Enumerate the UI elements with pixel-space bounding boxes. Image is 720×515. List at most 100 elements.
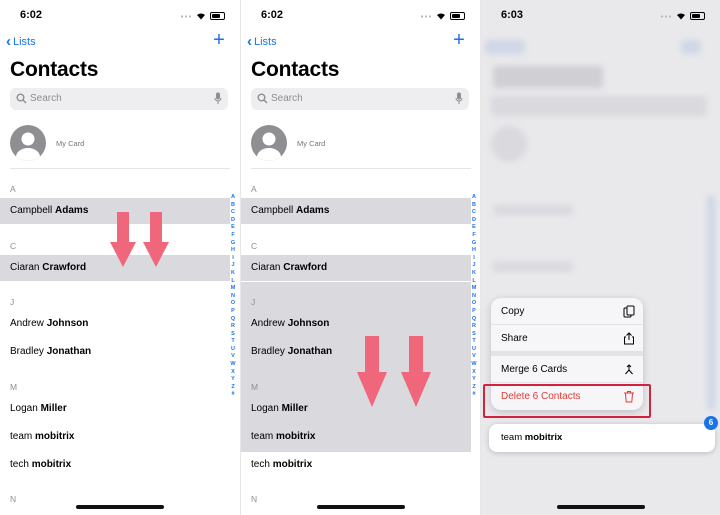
index-letter[interactable]: Z [229, 384, 237, 392]
alphabet-index[interactable]: A B C D E F G H I J K L M N O P Q R S T U V W X Y Z # [229, 194, 237, 399]
contact-row[interactable]: Andrew Johnson [0, 311, 230, 337]
contact-row[interactable]: team mobitrix [0, 424, 230, 450]
contact-row[interactable]: tech mobitrix [241, 452, 471, 478]
contacts-screen-1: 6:02 ‹ Lists + Contacts Search My Card A… [0, 0, 240, 515]
microphone-icon[interactable] [455, 92, 463, 105]
index-letter[interactable]: G [470, 240, 478, 248]
contact-row[interactable]: Bradley Jonathan [0, 339, 230, 365]
section-header-j: J [10, 297, 15, 307]
index-letter[interactable]: I [229, 255, 237, 263]
index-letter[interactable]: E [229, 224, 237, 232]
index-letter[interactable]: D [229, 217, 237, 225]
contact-row[interactable]: Logan Miller [241, 396, 471, 422]
index-letter[interactable]: J [470, 262, 478, 270]
merge-cards-menu-item[interactable]: Merge 6 Cards [491, 356, 643, 383]
index-letter[interactable]: K [470, 270, 478, 278]
index-letter[interactable]: Q [229, 316, 237, 324]
index-letter[interactable]: B [470, 202, 478, 210]
contact-row[interactable]: Campbell Adams [241, 198, 471, 224]
contact-row[interactable]: Ciaran Crawford [241, 255, 471, 281]
index-letter[interactable]: I [470, 255, 478, 263]
index-letter[interactable]: H [229, 247, 237, 255]
index-letter[interactable]: N [470, 293, 478, 301]
my-card[interactable]: My Card [251, 125, 461, 163]
index-letter[interactable]: W [229, 361, 237, 369]
index-letter[interactable]: S [470, 331, 478, 339]
share-icon [624, 332, 634, 345]
status-icons [420, 11, 466, 21]
first-name: Andrew [10, 318, 44, 329]
first-name: Bradley [251, 346, 285, 357]
index-letter[interactable]: T [229, 338, 237, 346]
down-arrow-icon [143, 212, 169, 267]
index-letter[interactable]: R [229, 323, 237, 331]
index-letter[interactable]: Y [470, 376, 478, 384]
index-letter[interactable]: L [229, 278, 237, 286]
index-letter[interactable]: B [229, 202, 237, 210]
index-letter[interactable]: D [470, 217, 478, 225]
index-letter[interactable]: J [229, 262, 237, 270]
index-letter[interactable]: G [229, 240, 237, 248]
section-header-n: N [251, 494, 258, 504]
last-name: mobitrix [524, 432, 563, 443]
copy-menu-item[interactable]: Copy [491, 298, 643, 325]
first-name: Andrew [251, 318, 285, 329]
index-letter[interactable]: Z [470, 384, 478, 392]
dragged-contact-card[interactable]: team mobitrix [489, 424, 715, 452]
index-letter[interactable]: A [470, 194, 478, 202]
down-arrow-icon [110, 212, 136, 267]
index-letter[interactable]: P [470, 308, 478, 316]
index-letter[interactable]: R [470, 323, 478, 331]
page-title: Contacts [251, 58, 340, 81]
index-letter[interactable]: Y [229, 376, 237, 384]
alphabet-index[interactable]: A B C D E F G H I J K L M N O P Q R S T U V W X Y Z # [470, 194, 478, 399]
down-arrow-icon [401, 336, 431, 407]
index-letter[interactable]: K [229, 270, 237, 278]
index-letter[interactable]: Q [470, 316, 478, 324]
index-letter[interactable]: P [229, 308, 237, 316]
contact-row[interactable]: team mobitrix [241, 424, 471, 450]
first-name: Bradley [10, 346, 44, 357]
index-letter[interactable]: C [229, 209, 237, 217]
index-letter[interactable]: V [470, 353, 478, 361]
first-name: Logan [10, 403, 38, 414]
microphone-icon[interactable] [214, 92, 222, 105]
back-button[interactable]: ‹ Lists [247, 34, 277, 50]
index-letter[interactable]: X [470, 369, 478, 377]
contact-row[interactable]: Andrew Johnson [241, 311, 471, 337]
index-letter[interactable]: O [470, 300, 478, 308]
battery-icon [690, 12, 705, 20]
index-letter[interactable]: # [470, 391, 478, 399]
index-letter[interactable]: E [470, 224, 478, 232]
index-letter[interactable]: # [229, 391, 237, 399]
contact-row[interactable]: tech mobitrix [0, 452, 230, 478]
index-letter[interactable]: F [470, 232, 478, 240]
index-letter[interactable]: C [470, 209, 478, 217]
index-letter[interactable]: H [470, 247, 478, 255]
index-letter[interactable]: N [229, 293, 237, 301]
index-letter[interactable]: M [470, 285, 478, 293]
contact-row[interactable]: Logan Miller [0, 396, 230, 422]
add-contact-button[interactable]: + [210, 30, 228, 50]
share-menu-item[interactable]: Share [491, 325, 643, 352]
search-input[interactable]: Search [10, 88, 228, 110]
index-letter[interactable]: U [470, 346, 478, 354]
contact-row[interactable]: Bradley Jonathan [241, 339, 471, 365]
search-input[interactable]: Search [251, 88, 469, 110]
index-letter[interactable]: L [470, 278, 478, 286]
index-letter[interactable]: M [229, 285, 237, 293]
index-letter[interactable]: W [470, 361, 478, 369]
my-card[interactable]: My Card [10, 125, 220, 163]
index-letter[interactable]: U [229, 346, 237, 354]
divider [251, 168, 471, 169]
search-placeholder: Search [30, 93, 62, 104]
index-letter[interactable]: V [229, 353, 237, 361]
index-letter[interactable]: T [470, 338, 478, 346]
back-button[interactable]: ‹ Lists [6, 34, 36, 50]
index-letter[interactable]: S [229, 331, 237, 339]
index-letter[interactable]: F [229, 232, 237, 240]
index-letter[interactable]: A [229, 194, 237, 202]
add-contact-button[interactable]: + [450, 30, 468, 50]
index-letter[interactable]: O [229, 300, 237, 308]
index-letter[interactable]: X [229, 369, 237, 377]
